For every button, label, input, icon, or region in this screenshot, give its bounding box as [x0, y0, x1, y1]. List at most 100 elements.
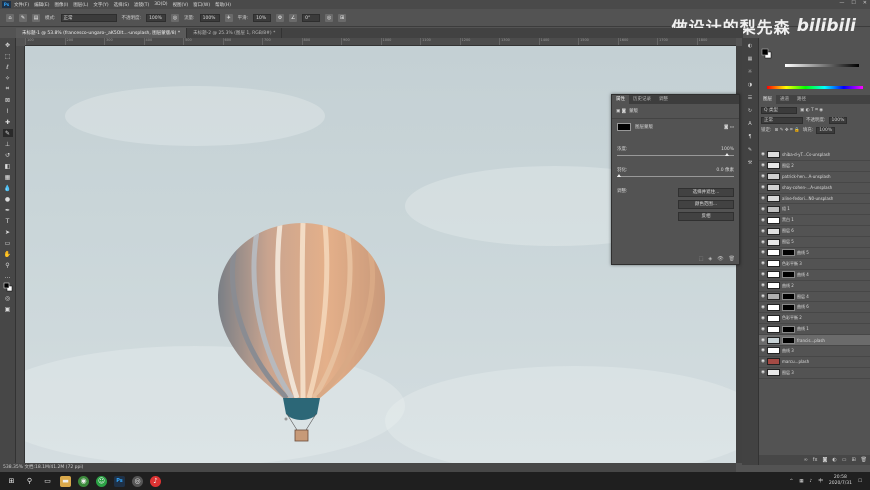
link-layers-icon[interactable]: ∞ [804, 457, 808, 463]
tab-layers[interactable]: 图层 [759, 95, 776, 104]
new-group-icon[interactable]: ▭ [842, 457, 847, 463]
symmetry-icon[interactable]: ⊞ [338, 13, 347, 22]
layer-row[interactable]: ◉ 色彩平衡 2 [759, 313, 870, 325]
layer-visibility-icon[interactable]: ◉ [759, 250, 767, 255]
network-icon[interactable]: ▦ [799, 479, 803, 484]
menu-filter[interactable]: 滤镜(T) [134, 2, 149, 8]
layer-visibility-icon[interactable]: ◉ [759, 196, 767, 201]
tools-preset-icon[interactable]: ⚒ [746, 159, 755, 167]
windows-start-icon[interactable]: ⊞ [6, 476, 17, 487]
smooth-field[interactable]: 10% [253, 13, 272, 22]
photoshop-taskbar-icon[interactable]: Ps [114, 475, 125, 487]
dodge-tool-icon[interactable]: ● [3, 195, 13, 203]
angle-field[interactable]: 0° [302, 13, 321, 22]
screen-mode-icon[interactable]: ▣ [3, 305, 13, 313]
layer-row[interactable]: ◉ 曲线 6 [759, 302, 870, 314]
maximize-button[interactable]: ☐ [851, 0, 855, 6]
adjustment-layer-icon[interactable]: ◐ [832, 457, 836, 463]
type-tool-icon[interactable]: T [3, 217, 13, 225]
layer-row[interactable]: ◉ 曲线 2 [759, 281, 870, 292]
menu-help[interactable]: 帮助(H) [215, 2, 231, 8]
layer-mask-thumbnail[interactable] [782, 325, 795, 333]
volume-icon[interactable]: ♪ [810, 479, 813, 484]
tab-history[interactable]: 历史记录 [629, 95, 655, 104]
menu-select[interactable]: 选择(S) [114, 2, 129, 8]
paragraph-panel-icon[interactable]: ¶ [746, 133, 755, 141]
more-tools-icon[interactable]: … [3, 272, 13, 280]
history-panel-icon[interactable]: ↻ [746, 107, 755, 115]
history-brush-tool-icon[interactable]: ↺ [3, 151, 13, 159]
tab-properties[interactable]: 属性 [612, 95, 629, 104]
layer-visibility-icon[interactable]: ◉ [759, 359, 767, 364]
delete-mask-icon[interactable]: 🗑 [729, 256, 735, 262]
learn-panel-icon[interactable]: ☼ [746, 68, 755, 76]
airbrush-icon[interactable]: ✈ [224, 13, 233, 22]
stamp-tool-icon[interactable]: ⊥ [3, 140, 13, 148]
layer-filter-select[interactable]: Q 类型 [761, 106, 797, 114]
layer-row[interactable]: ◉ marcu...plash [759, 357, 870, 368]
app-icon[interactable]: ◎ [132, 475, 143, 487]
mode-select[interactable]: 正常 [60, 13, 117, 22]
layer-visibility-icon[interactable]: ◉ [759, 185, 767, 190]
eyedropper-tool-icon[interactable]: ⌇ [3, 107, 13, 115]
layer-style-icon[interactable]: fx [813, 457, 818, 463]
pen-tool-icon[interactable]: ✒ [3, 206, 13, 214]
adjustments-panel-icon[interactable]: ◑ [746, 81, 755, 89]
wechat-icon[interactable]: ☺ [96, 475, 107, 487]
search-icon[interactable]: ⚲ [24, 476, 35, 487]
density-slider-knob[interactable] [725, 153, 729, 156]
lock-icons[interactable]: ⊞ ✎ ✥ ⌗ 🔒 [775, 127, 800, 133]
clock[interactable]: 20:58 2020/7/31 [829, 475, 852, 487]
tab-channels[interactable]: 通道 [776, 95, 793, 104]
path-select-tool-icon[interactable]: ➤ [3, 228, 13, 236]
eraser-tool-icon[interactable]: ◧ [3, 162, 13, 170]
layer-row[interactable]: ◉ 组 1 [759, 204, 870, 216]
layer-visibility-icon[interactable]: ◉ [759, 163, 767, 168]
add-mask-icon[interactable]: ◙ [822, 457, 827, 463]
brush-panel-icon[interactable]: ✎ [746, 146, 755, 154]
layer-visibility-icon[interactable]: ◉ [759, 240, 767, 245]
pressure-size-icon[interactable]: ◎ [325, 13, 334, 22]
menu-image[interactable]: 图像(I) [54, 2, 68, 8]
density-value[interactable]: 100% [721, 147, 734, 152]
quick-mask-icon[interactable]: ◎ [3, 294, 13, 302]
swatches-panel-icon[interactable]: ▦ [746, 55, 755, 63]
hand-tool-icon[interactable]: ✋ [3, 250, 13, 258]
load-selection-icon[interactable]: ⬚ [699, 256, 704, 262]
menu-file[interactable]: 文件(F) [14, 2, 29, 8]
layer-row[interactable]: ◉ aline-fedori...N0-unsplash [759, 194, 870, 205]
layer-mask-thumbnail[interactable] [782, 271, 795, 279]
zoom-tool-icon[interactable]: ⚲ [3, 261, 13, 269]
gradient-tool-icon[interactable]: ▦ [3, 173, 13, 181]
layer-visibility-icon[interactable]: ◉ [759, 174, 767, 179]
quick-select-tool-icon[interactable]: ✧ [3, 74, 13, 82]
brush-tool-icon[interactable]: ✎ [2, 129, 13, 137]
layer-visibility-icon[interactable]: ◉ [759, 218, 767, 223]
brush-preset-icon[interactable]: ✎ [19, 13, 27, 22]
layer-row[interactable]: ◉ 曲线 5 [759, 248, 870, 259]
layer-visibility-icon[interactable]: ◉ [759, 370, 767, 375]
layer-visibility-icon[interactable]: ◉ [759, 316, 767, 321]
menu-window[interactable]: 窗口(W) [193, 2, 210, 8]
layer-mask-thumbnail[interactable] [782, 293, 795, 301]
color-range-button[interactable]: 颜色范围... [678, 200, 734, 209]
tab-document-2[interactable]: 未标题-2 @ 25.3% (图层 1, RGB/8#) * [187, 28, 283, 38]
color-swatches-icon[interactable] [3, 282, 13, 292]
brush-settings-icon[interactable]: ▤ [32, 13, 40, 22]
opacity-field[interactable]: 100% [146, 13, 167, 22]
home-icon[interactable]: ⌂ [6, 13, 14, 22]
menu-layer[interactable]: 图层(L) [73, 2, 88, 8]
input-language[interactable]: 中 [818, 478, 823, 484]
healing-tool-icon[interactable]: ✚ [3, 118, 13, 126]
lasso-tool-icon[interactable]: ℓ [3, 63, 13, 71]
layer-row[interactable]: ◉ patrick-hen...A-unsplash [759, 172, 870, 183]
crop-tool-icon[interactable]: ⌗ [3, 85, 13, 93]
layer-row[interactable]: ◉ 图层 6 [759, 226, 870, 238]
layer-row[interactable]: ◉ 色彩平衡 3 [759, 259, 870, 270]
tab-paths[interactable]: 路径 [793, 95, 810, 104]
mask-select-icons[interactable]: ◙ ▭ [724, 125, 734, 130]
layer-visibility-icon[interactable]: ◉ [759, 152, 767, 157]
select-and-mask-button[interactable]: 选择并遮住... [678, 188, 734, 197]
blend-mode-select[interactable]: 正常 [761, 116, 803, 124]
frame-tool-icon[interactable]: ⊠ [3, 96, 13, 104]
